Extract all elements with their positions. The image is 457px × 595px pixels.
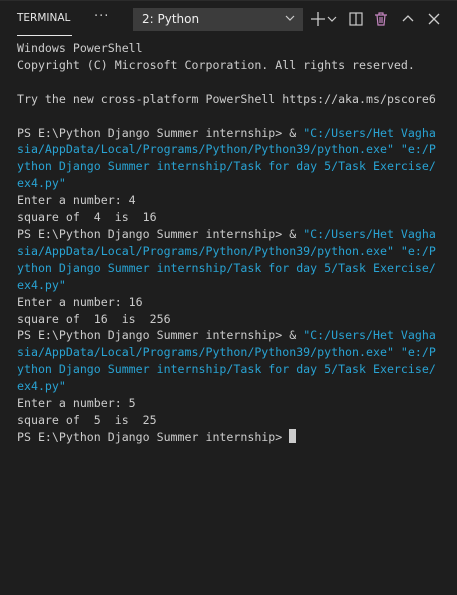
terminal-text-segment: Try the new cross-platform PowerShell ht… <box>17 91 436 106</box>
close-panel-icon[interactable] <box>425 10 443 28</box>
new-terminal-plus-icon[interactable] <box>309 10 327 28</box>
terminal-string-segment: sia/AppData/Local/Programs/Python/Python… <box>17 142 436 157</box>
terminal-line: Try the new cross-platform PowerShell ht… <box>17 91 436 108</box>
terminal-line: PS E:\Python Django Summer internship> &… <box>17 327 436 344</box>
terminal-string-segment: sia/AppData/Local/Programs/Python/Python… <box>17 243 436 258</box>
terminal-line: ython Django Summer internship/Task for … <box>17 158 436 175</box>
terminal-line: ex4.py" <box>17 175 436 192</box>
terminal-line: PS E:\Python Django Summer internship> &… <box>17 125 436 142</box>
terminal-line: ​ <box>17 74 436 91</box>
terminal-line: Enter a number: 5 <box>17 395 436 412</box>
terminal-string-segment: ex4.py" <box>17 379 66 394</box>
terminal-string-segment: ex4.py" <box>17 277 66 292</box>
terminal-line: sia/AppData/Local/Programs/Python/Python… <box>17 243 436 260</box>
more-actions-button[interactable]: ··· <box>94 9 109 24</box>
terminal-string-segment: ex4.py" <box>17 176 66 191</box>
terminal-line: Enter a number: 16 <box>17 294 436 311</box>
terminal-line: sia/AppData/Local/Programs/Python/Python… <box>17 141 436 158</box>
terminal-string-segment: "C:/Users/Het Vagha <box>303 226 436 241</box>
launch-profile-chevron-icon[interactable] <box>327 10 337 28</box>
chevron-down-icon <box>285 15 295 21</box>
terminal-line: ex4.py" <box>17 277 436 294</box>
terminal-line: Copyright (C) Microsoft Corporation. All… <box>17 57 436 74</box>
terminal-text-segment: Enter a number: 4 <box>17 193 136 208</box>
terminal-line: sia/AppData/Local/Programs/Python/Python… <box>17 344 436 361</box>
terminal-line: square of 4 is 16 <box>17 209 436 226</box>
terminal-string-segment: "C:/Users/Het Vagha <box>303 125 436 140</box>
terminal-text-segment: Enter a number: 16 <box>17 294 143 309</box>
terminal-text-segment: PS E:\Python Django Summer internship> & <box>17 125 304 140</box>
terminal-line: square of 16 is 256 <box>17 311 436 328</box>
maximize-panel-chevron-up-icon[interactable] <box>399 10 417 28</box>
active-tab-indicator <box>17 35 72 36</box>
terminal-line: square of 5 is 25 <box>17 412 436 429</box>
terminal-string-segment: sia/AppData/Local/Programs/Python/Python… <box>17 345 436 360</box>
terminal-text-segment: PS E:\Python Django Summer internship> & <box>17 328 304 343</box>
terminal-text-segment: square of 5 is 25 <box>17 412 157 427</box>
terminal-text-segment: PS E:\Python Django Summer internship> & <box>17 226 304 241</box>
terminal-line: Enter a number: 4 <box>17 192 436 209</box>
terminal-line: PS E:\Python Django Summer internship> <box>17 428 436 446</box>
terminal-output[interactable]: Windows PowerShell Copyright (C) Microsof… <box>17 40 436 446</box>
terminal-line: Windows PowerShell <box>17 40 436 57</box>
split-terminal-icon[interactable] <box>347 10 365 28</box>
terminal-panel-header: TERMINAL ··· 2: Python <box>0 0 457 40</box>
terminal-line: PS E:\Python Django Summer internship> &… <box>17 226 436 243</box>
trash-icon[interactable] <box>372 10 390 28</box>
terminal-string-segment: ython Django Summer internship/Task for … <box>17 159 436 174</box>
terminal-cursor <box>289 428 297 443</box>
terminal-text-segment: PS E:\Python Django Summer internship> <box>17 429 290 444</box>
terminal-text-segment: square of 4 is 16 <box>17 210 157 225</box>
terminal-select-value: 2: Python <box>142 12 200 26</box>
terminal-line: ython Django Summer internship/Task for … <box>17 361 436 378</box>
tab-terminal[interactable]: TERMINAL <box>17 12 70 24</box>
terminal-select[interactable]: 2: Python <box>133 8 303 31</box>
terminal-text-segment: square of 16 is 256 <box>17 311 171 326</box>
terminal-text-segment: Copyright (C) Microsoft Corporation. All… <box>17 57 415 72</box>
terminal-line: ​ <box>17 108 436 125</box>
terminal-string-segment: ython Django Summer internship/Task for … <box>17 260 436 275</box>
terminal-string-segment: ython Django Summer internship/Task for … <box>17 362 436 377</box>
terminal-string-segment: "C:/Users/Het Vagha <box>303 328 436 343</box>
terminal-text-segment: Windows PowerShell <box>17 41 143 55</box>
terminal-line: ython Django Summer internship/Task for … <box>17 260 436 277</box>
terminal-line: ex4.py" <box>17 378 436 395</box>
terminal-text-segment: Enter a number: 5 <box>17 396 136 411</box>
